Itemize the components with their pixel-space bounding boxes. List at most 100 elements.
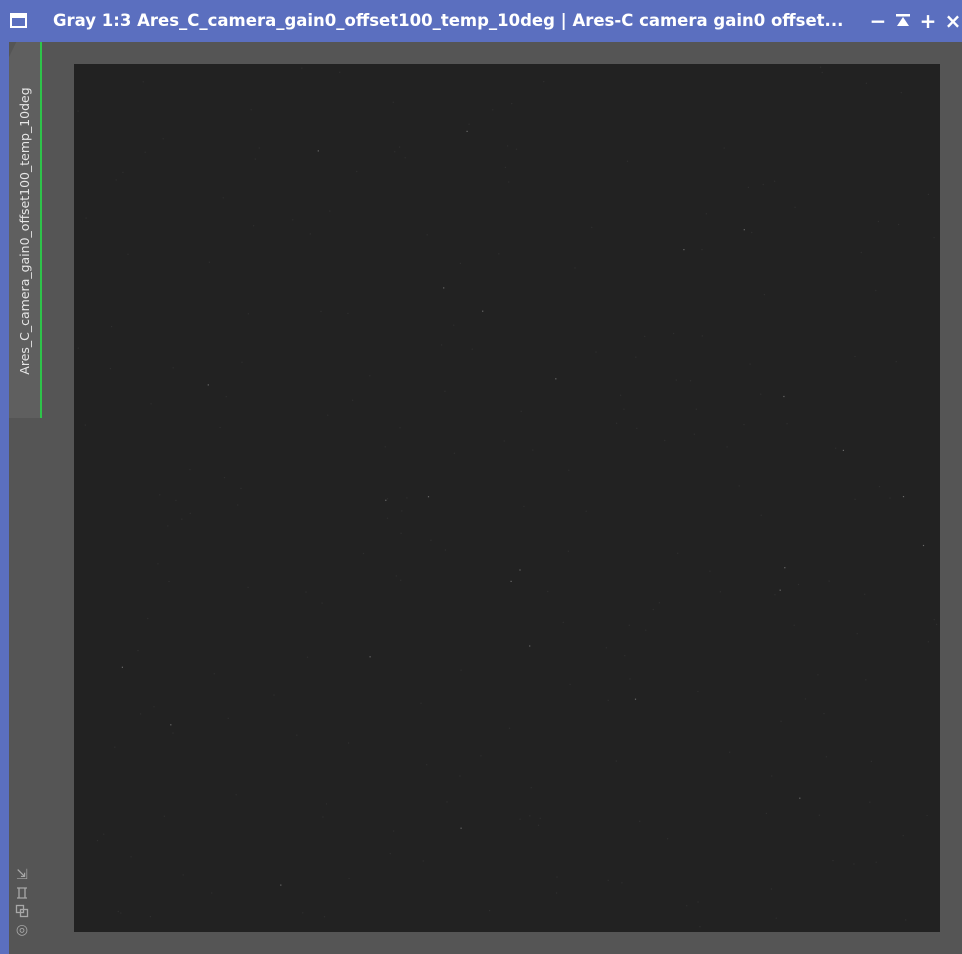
noise-pixel xyxy=(519,818,521,820)
noise-pixel xyxy=(163,815,165,817)
noise-pixel xyxy=(762,183,764,186)
noise-pixel xyxy=(771,775,773,777)
noise-pixel xyxy=(870,760,872,762)
noise-pixel xyxy=(639,820,641,822)
noise-pixel xyxy=(624,655,626,657)
noise-pixel xyxy=(460,827,462,829)
target-icon[interactable]: ◎ xyxy=(13,921,31,939)
image-viewport[interactable] xyxy=(42,42,962,954)
noise-pixel xyxy=(237,504,239,506)
noise-pixel xyxy=(167,525,169,527)
noise-pixel xyxy=(182,874,184,876)
noise-pixel xyxy=(775,917,777,919)
noise-pixel xyxy=(595,351,597,353)
noise-pixel xyxy=(121,666,123,668)
window-menu-icon[interactable] xyxy=(10,13,27,28)
noise-pixel xyxy=(127,253,129,255)
noise-pixel xyxy=(607,879,609,881)
noise-pixel xyxy=(864,593,866,595)
noise-pixel xyxy=(356,170,358,173)
noise-pixel xyxy=(84,424,86,426)
noise-pixel xyxy=(853,863,855,865)
noise-pixel xyxy=(348,877,350,880)
noise-pixel xyxy=(420,702,422,704)
noise-pixel xyxy=(406,497,408,499)
shade-icon xyxy=(896,14,910,26)
noise-pixel xyxy=(620,394,622,396)
noise-pixel xyxy=(386,498,389,500)
noise-pixel xyxy=(395,575,397,577)
noise-pixel xyxy=(510,580,512,582)
noise-pixel xyxy=(157,563,159,565)
view-identifier-tab[interactable]: Ares_C_camera_gain0_offset100_temp_10deg xyxy=(9,42,42,418)
noise-pixel xyxy=(444,390,446,392)
noise-pixel xyxy=(459,775,461,777)
noise-pixel xyxy=(854,355,856,358)
noise-pixel xyxy=(225,396,227,398)
noise-pixel xyxy=(296,734,298,736)
noise-pixel xyxy=(393,830,395,832)
noise-pixel xyxy=(878,486,881,488)
noise-pixel xyxy=(172,367,174,369)
noise-pixel xyxy=(459,262,461,264)
noise-pixel xyxy=(562,621,564,623)
zoom-to-fit-icon[interactable] xyxy=(13,884,31,902)
noise-pixel xyxy=(492,109,494,111)
noise-pixel xyxy=(227,717,229,719)
noise-pixel xyxy=(441,344,443,346)
noise-pixel xyxy=(427,496,430,498)
minimize-button[interactable]: − xyxy=(868,11,888,31)
noise-pixel xyxy=(784,567,786,569)
noise-pixel xyxy=(430,539,432,541)
noise-pixel xyxy=(137,650,139,652)
noise-pixel xyxy=(426,234,428,236)
noise-pixel xyxy=(832,860,834,862)
noise-pixel xyxy=(111,326,113,328)
clone-view-icon[interactable] xyxy=(13,902,31,920)
title-bar[interactable]: Gray 1:3 Ares_C_camera_gain0_offset100_t… xyxy=(0,0,962,42)
noise-pixel xyxy=(547,590,549,593)
noise-pixel xyxy=(235,794,237,796)
noise-pixel xyxy=(325,803,328,805)
close-button[interactable]: × xyxy=(944,11,962,31)
noise-pixel xyxy=(347,312,349,314)
noise-pixel xyxy=(503,440,505,442)
noise-pixel xyxy=(636,427,638,429)
noise-pixel xyxy=(162,138,164,140)
noise-pixel xyxy=(322,816,324,818)
noise-pixel xyxy=(401,510,403,512)
noise-pixel xyxy=(825,756,827,758)
noise-pixel xyxy=(117,910,119,913)
noise-pixel xyxy=(292,219,294,221)
noise-pixel xyxy=(150,403,152,405)
noise-pixel xyxy=(695,408,697,410)
noise-pixel xyxy=(460,669,462,671)
shade-button[interactable] xyxy=(893,11,913,31)
image-canvas[interactable] xyxy=(74,64,940,932)
noise-pixel xyxy=(317,150,319,152)
noise-pixel xyxy=(144,151,146,153)
noise-pixel xyxy=(842,449,844,451)
noise-pixel xyxy=(933,237,935,239)
noise-pixel xyxy=(786,423,788,425)
noise-pixel xyxy=(615,760,617,762)
noise-pixel xyxy=(779,589,781,591)
noise-pixel xyxy=(222,197,224,199)
noise-pixel xyxy=(902,835,904,837)
noise-pixel xyxy=(369,656,371,658)
noise-pixel xyxy=(774,594,776,596)
noise-pixel xyxy=(804,698,806,700)
noise-pixel xyxy=(508,181,510,183)
noise-pixel xyxy=(320,310,322,312)
fit-view-icon[interactable]: ⇲ xyxy=(13,866,31,884)
maximize-button[interactable]: + xyxy=(918,11,938,31)
noise-pixel xyxy=(823,713,825,715)
noise-pixel xyxy=(922,544,925,547)
noise-pixel xyxy=(77,110,79,112)
noise-pixel xyxy=(783,395,785,398)
noise-pixel xyxy=(471,348,473,350)
noise-pixel xyxy=(821,71,823,74)
noise-pixel xyxy=(794,206,796,208)
noise-pixel xyxy=(726,446,728,448)
noise-pixel xyxy=(511,103,513,105)
